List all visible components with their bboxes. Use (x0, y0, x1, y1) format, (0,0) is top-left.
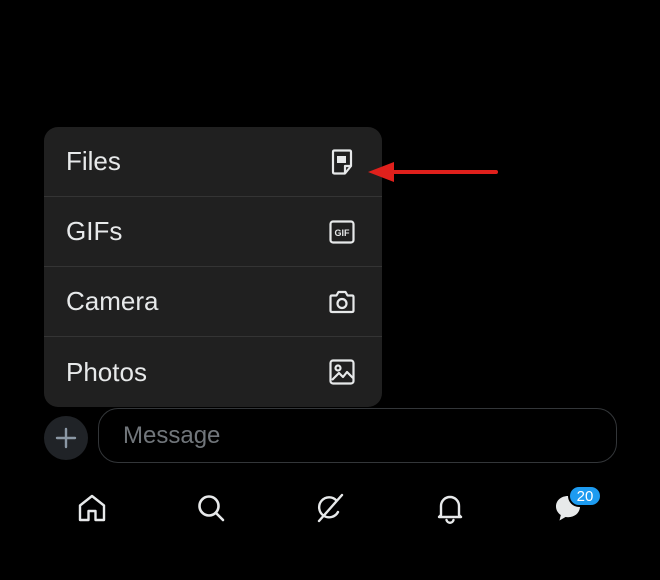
home-icon (76, 492, 108, 524)
search-icon (195, 492, 227, 524)
image-icon (328, 358, 356, 386)
file-icon (328, 148, 356, 176)
annotation-arrow (368, 162, 498, 182)
messages-badge: 20 (568, 485, 602, 507)
plus-icon (55, 427, 77, 449)
menu-item-photos[interactable]: Photos (44, 337, 382, 407)
nav-grok-tab[interactable] (310, 488, 350, 528)
gif-icon: GIF (328, 218, 356, 246)
bell-icon (434, 492, 466, 524)
attach-menu: Files GIFs GIF Camera Photos (44, 127, 382, 407)
menu-item-label: GIFs (66, 216, 123, 246)
camera-icon (328, 288, 356, 316)
menu-item-label: Files (66, 146, 121, 176)
svg-text:GIF: GIF (335, 228, 351, 238)
message-input[interactable] (121, 420, 616, 451)
menu-item-files[interactable]: Files (44, 127, 382, 197)
nav-search-tab[interactable] (191, 488, 231, 528)
menu-item-camera[interactable]: Camera (44, 267, 382, 337)
nav-home-tab[interactable] (72, 488, 112, 528)
message-box (98, 408, 617, 463)
add-attachment-button[interactable] (44, 416, 88, 460)
menu-item-label: Camera (66, 286, 159, 316)
menu-item-label: Photos (66, 356, 147, 387)
grok-icon (314, 492, 346, 524)
menu-item-gifs[interactable]: GIFs GIF (44, 197, 382, 267)
nav-notifications-tab[interactable] (430, 488, 470, 528)
bottom-nav (0, 480, 660, 540)
